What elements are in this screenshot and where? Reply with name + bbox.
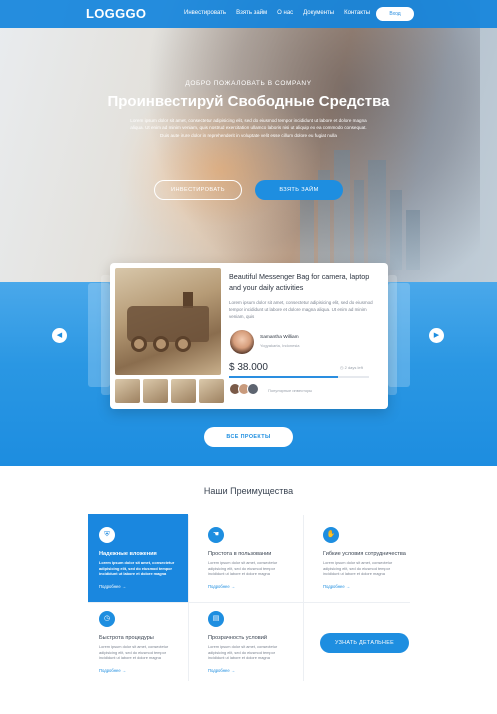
take-loan-button[interactable]: ВЗЯТЬ ЗАЙМ <box>255 180 343 200</box>
thumbnail[interactable] <box>143 379 168 403</box>
photo-thumbnails <box>115 379 224 403</box>
all-projects-button[interactable]: ВСЕ ПРОЕКТЫ <box>204 427 293 447</box>
more-link[interactable]: Подробнее → <box>99 584 126 589</box>
thumbnail[interactable] <box>115 379 140 403</box>
top-navbar: LOGGGO Инвестировать Взять займ О нас До… <box>0 0 497 28</box>
city-skyline <box>300 140 420 270</box>
section-title: Наши Преимущества <box>203 486 294 496</box>
project-amount: $ 38.000 <box>229 362 268 373</box>
more-link[interactable]: Подробнее → <box>99 668 126 673</box>
carousel-next-arrow-icon[interactable]: ▶ <box>429 328 444 343</box>
hero-lead-text: Lorem ipsum dolor sit amet, consectetur … <box>130 118 367 138</box>
shield-icon: ⛨ <box>99 527 115 543</box>
feature-card-flexible[interactable]: ✋ Гибкие условия сотрудничества Lorem ip… <box>312 514 417 602</box>
thumbnail[interactable] <box>171 379 196 403</box>
handshake-icon: ✋ <box>323 527 339 543</box>
feature-card-reliable[interactable]: ⛨ Надежные вложения Lorem ipsum dolor si… <box>88 514 188 602</box>
feature-card-simple[interactable]: ☚ Простота в пользовании Lorem ipsum dol… <box>197 514 297 602</box>
clock-icon: ◷ <box>99 611 115 627</box>
avatar <box>247 383 259 395</box>
login-button[interactable]: Вход <box>376 7 414 21</box>
funding-progress-bar <box>229 376 369 378</box>
nav-link-about[interactable]: О нас <box>277 10 293 16</box>
nav-link-documents[interactable]: Документы <box>303 10 334 16</box>
investors-label: Популярные инвесторы <box>268 388 313 393</box>
project-photo <box>115 268 221 375</box>
thumbnail[interactable] <box>199 379 224 403</box>
avatar <box>230 330 254 354</box>
more-link[interactable]: Подробнее → <box>208 584 235 589</box>
clock-icon: ◷ <box>340 365 344 370</box>
feature-card-transparent[interactable]: ▤ Прозрачность условий Lorem ipsum dolor… <box>197 598 297 686</box>
project-description: Lorem ipsum dolor sit amet, consectetur … <box>229 300 373 319</box>
project-title[interactable]: Beautiful Messenger Bag for camera, lapt… <box>229 271 379 293</box>
nav-link-invest[interactable]: Инвестировать <box>184 10 226 16</box>
author-location: Yogyakarta, Indonesia <box>260 343 300 348</box>
progress-fill <box>229 376 339 378</box>
feature-card-fast[interactable]: ◷ Быстрота процедуры Lorem ipsum dolor s… <box>88 598 188 686</box>
days-left: ◷ 2 days left <box>340 365 363 370</box>
project-card[interactable]: Beautiful Messenger Bag for camera, lapt… <box>110 263 388 409</box>
page-title: Проинвестируй Свободные Средства <box>107 93 390 110</box>
learn-more-button[interactable]: УЗНАТЬ ДЕТАЛЬНЕЕ <box>320 633 409 653</box>
nav-links: Инвестировать Взять займ О нас Документы… <box>184 10 370 16</box>
nav-link-contacts[interactable]: Контакты <box>344 10 370 16</box>
investor-avatars <box>229 383 259 395</box>
welcome-text: ДОБРО ПОЖАЛОВАТЬ В COMPANY <box>185 80 312 87</box>
more-link[interactable]: Подробнее → <box>323 584 350 589</box>
document-icon: ▤ <box>208 611 224 627</box>
logo[interactable]: LOGGGO <box>86 6 146 21</box>
author-name: Samantha William <box>260 335 299 340</box>
hand-icon: ☚ <box>208 527 224 543</box>
carousel-prev-arrow-icon[interactable]: ◀ <box>52 328 67 343</box>
invest-button[interactable]: ИНВЕСТИРОВАТЬ <box>154 180 242 200</box>
more-link[interactable]: Подробнее → <box>208 668 235 673</box>
nav-link-loan[interactable]: Взять займ <box>236 10 267 16</box>
